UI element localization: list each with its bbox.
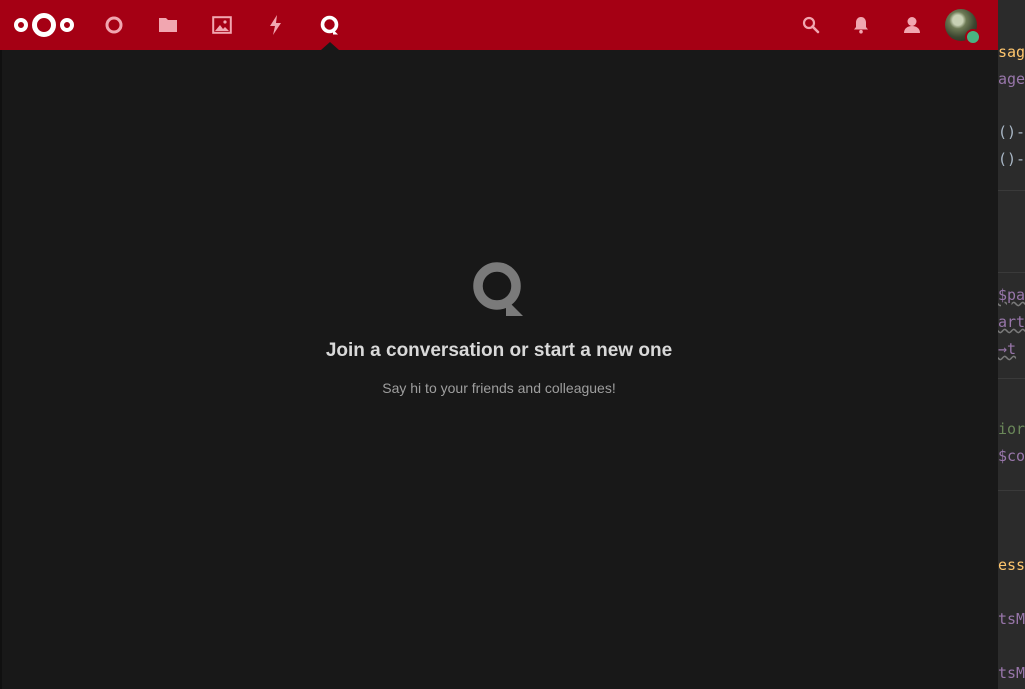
editor-line: age (998, 70, 1025, 88)
background-code-editor: sag age ()- ()- $pa art →t ior $co ess t… (998, 0, 1025, 689)
editor-line: tsM (998, 664, 1025, 682)
nextcloud-logo[interactable] (11, 0, 77, 50)
dashboard-icon[interactable] (89, 0, 139, 50)
search-icon[interactable] (786, 0, 836, 50)
photos-icon[interactable] (197, 0, 247, 50)
editor-line: sag (998, 43, 1025, 61)
editor-separator (998, 190, 1025, 191)
activity-icon[interactable] (251, 0, 301, 50)
talk-icon (469, 258, 529, 318)
editor-line: ()- (998, 123, 1025, 141)
editor-line: →t (998, 340, 1017, 358)
editor-line: ess (998, 556, 1025, 574)
nextcloud-window: Join a conversation or start a new one S… (0, 0, 998, 689)
editor-separator (998, 490, 1025, 491)
notifications-icon[interactable] (836, 0, 886, 50)
editor-line: art (998, 313, 1025, 331)
files-icon[interactable] (143, 0, 193, 50)
editor-line: ()- (998, 150, 1025, 168)
contacts-icon[interactable] (886, 0, 936, 50)
empty-content: Join a conversation or start a new one S… (0, 258, 998, 396)
top-header-bar (0, 0, 998, 50)
editor-separator (998, 378, 1025, 379)
online-status-indicator (965, 29, 981, 45)
empty-state-title: Join a conversation or start a new one (325, 340, 673, 361)
editor-line: ior (998, 420, 1025, 438)
editor-line: $pa (998, 286, 1025, 304)
empty-state-subtitle: Say hi to your friends and colleagues! (382, 380, 616, 396)
editor-separator (998, 272, 1025, 273)
editor-line: $co (998, 447, 1025, 465)
editor-line: tsM (998, 610, 1025, 628)
active-app-indicator (321, 42, 339, 50)
